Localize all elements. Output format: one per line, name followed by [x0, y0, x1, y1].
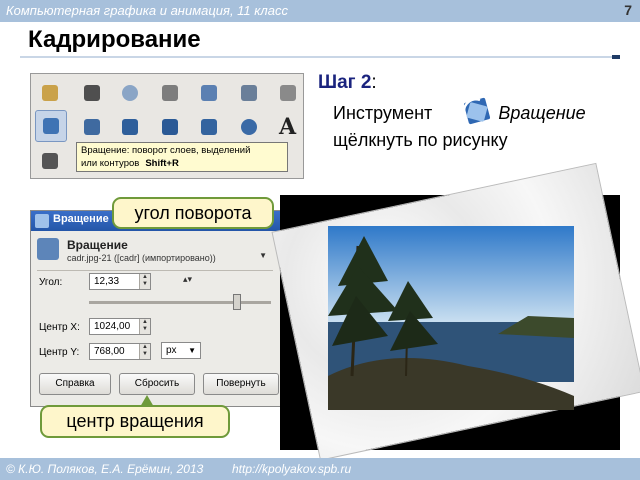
rotate-tooltip: Вращение: поворот слоев, выделений или к…	[76, 142, 288, 172]
tooltip-line-1: Вращение: поворот слоев, выделений	[81, 145, 251, 156]
reset-button[interactable]: Сбросить	[119, 373, 195, 395]
course-title: Компьютерная графика и анимация, 11 клас…	[6, 3, 288, 18]
zoom-icon[interactable]	[117, 80, 143, 106]
center-x-input[interactable]: 1024,00 ▲ ▼	[89, 318, 151, 335]
angle-spin-arrows[interactable]: ▲ ▼	[139, 274, 150, 289]
perspective-icon[interactable]	[157, 114, 183, 140]
angle-label: Угол:	[39, 277, 63, 288]
page-number: 7	[624, 2, 632, 18]
angle-callout: угол поворота	[112, 197, 274, 229]
text-tool-icon[interactable]: A	[275, 114, 301, 140]
unit-chevron-icon: ▼	[188, 346, 196, 355]
bucket-fill-icon[interactable]	[37, 148, 63, 174]
rotate-header-icon	[37, 238, 59, 260]
title-underline	[20, 55, 620, 59]
angle-value: 12,33	[94, 276, 120, 287]
center-y-spin-arrows[interactable]: ▲ ▼	[139, 344, 150, 359]
align-icon[interactable]	[236, 80, 262, 106]
rotate-button[interactable]: Повернуть	[203, 373, 279, 395]
cage-icon[interactable]	[236, 114, 262, 140]
angle-spin-icon[interactable]: ▴▾	[183, 274, 192, 285]
angle-slider[interactable]	[89, 301, 271, 304]
paths-tool-icon[interactable]	[37, 80, 63, 106]
footer-bar: © К.Ю. Поляков, Е.А. Ерёмин, 2013 http:/…	[0, 458, 640, 480]
step-label: Шаг 2	[318, 72, 372, 93]
header-bar: Компьютерная графика и анимация, 11 клас…	[0, 0, 640, 22]
chevron-down-icon[interactable]: ▼	[259, 251, 267, 260]
scale-icon[interactable]	[79, 114, 105, 140]
dialog-heading: Вращение	[67, 238, 128, 252]
unit-value: px	[166, 345, 177, 356]
footer-url[interactable]: http://kpolyakov.spb.ru	[232, 462, 351, 476]
center-x-value: 1024,00	[94, 321, 131, 332]
angle-input[interactable]: 12,33 ▲ ▼	[89, 273, 151, 290]
instruction-prefix: Инструмент	[333, 103, 433, 123]
rotate-window-icon	[35, 214, 49, 228]
footer-authors: © К.Ю. Поляков, Е.А. Ерёмин, 2013	[6, 462, 204, 476]
center-callout: центр вращения	[40, 395, 230, 438]
crop-icon[interactable]	[275, 80, 301, 106]
landscape-photo	[328, 226, 574, 410]
center-y-input[interactable]: 768,00 ▲ ▼	[89, 343, 151, 360]
shear-icon[interactable]	[117, 114, 143, 140]
step-heading: Шаг 2:	[318, 72, 377, 94]
dialog-subheading: cadr.jpg-21 ([cadr] (импортировано))	[67, 253, 216, 263]
dialog-window-title: Вращение	[53, 213, 109, 225]
instruction-tool-name: Вращение	[498, 103, 586, 123]
slide-title: Кадрирование	[28, 26, 201, 53]
angle-slider-handle[interactable]	[233, 294, 241, 310]
move-icon[interactable]	[196, 80, 222, 106]
rotate-dialog: Вращение Вращение cadr.jpg-21 ([cadr] (и…	[30, 210, 282, 407]
dialog-divider	[37, 270, 273, 271]
color-picker-icon[interactable]	[79, 80, 105, 106]
dialog-header: Вращение cadr.jpg-21 ([cadr] (импортиров…	[37, 236, 275, 266]
tooltip-line-2: или контуров	[81, 158, 140, 169]
center-y-label: Центр Y:	[39, 347, 80, 358]
center-x-label: Центр X:	[39, 322, 80, 333]
flip-icon[interactable]	[196, 114, 222, 140]
instruction-line-2: щёлкнуть по рисунку	[333, 130, 508, 150]
center-x-spin-arrows[interactable]: ▲ ▼	[139, 319, 150, 334]
tooltip-shortcut: Shift+R	[145, 158, 179, 169]
help-button[interactable]: Справка	[39, 373, 111, 395]
measure-icon[interactable]	[157, 80, 183, 106]
rotate-tool-icon[interactable]	[35, 110, 67, 142]
unit-select[interactable]: px ▼	[161, 342, 201, 359]
rotate-tool-icon-large	[462, 97, 491, 125]
step-colon: :	[371, 72, 377, 93]
center-y-value: 768,00	[94, 346, 125, 357]
